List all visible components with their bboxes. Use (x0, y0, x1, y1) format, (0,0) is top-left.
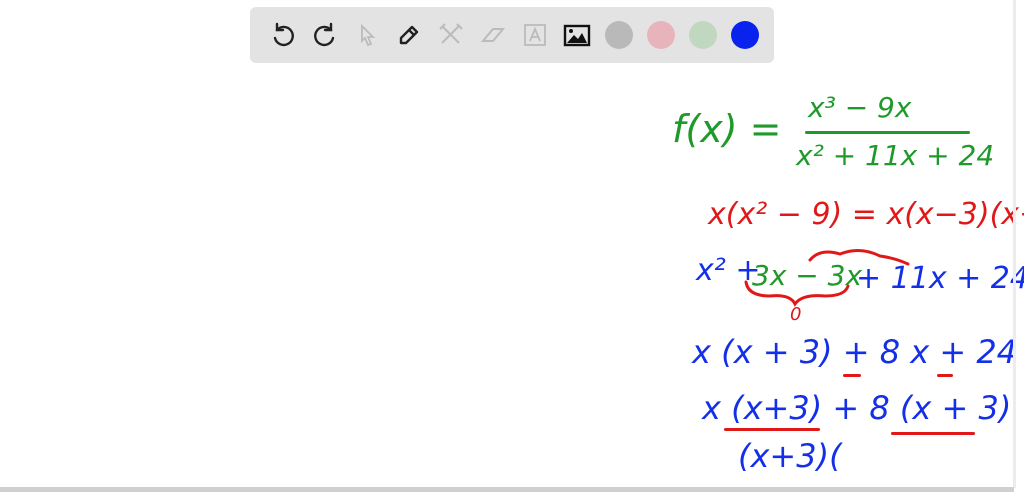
pen-button[interactable] (388, 14, 430, 56)
color-blue[interactable] (724, 14, 766, 56)
zero-annotation: 0 (790, 304, 802, 325)
undo-icon (273, 22, 294, 47)
fraction-bar (805, 131, 970, 134)
select-pointer-icon (361, 23, 376, 47)
factor-step: x (x+3) + 8 (x + 3) (702, 389, 1012, 427)
tools-button[interactable] (430, 14, 472, 56)
eraser-icon (480, 28, 506, 42)
final-step: (x+3)( (738, 437, 842, 475)
underline (843, 374, 861, 377)
horizontal-scrollbar[interactable] (0, 487, 1014, 492)
text-box-icon (524, 24, 546, 46)
drawing-toolbar (250, 7, 774, 63)
tools-icon (439, 23, 463, 44)
select-button[interactable] (346, 14, 388, 56)
denominator: x² + 11x + 24 (796, 139, 995, 172)
underline (937, 374, 953, 377)
redo-icon (314, 22, 335, 47)
color-pink[interactable] (640, 14, 682, 56)
redo-button[interactable] (304, 14, 346, 56)
underline (724, 428, 820, 431)
numerator: x³ − 9x (808, 91, 912, 124)
color-swatch (605, 21, 633, 49)
color-green[interactable] (682, 14, 724, 56)
underline (891, 432, 975, 435)
color-swatch (731, 21, 759, 49)
text-button[interactable] (514, 14, 556, 56)
brace-annotations (744, 249, 910, 307)
image-icon (563, 24, 591, 47)
color-gray[interactable] (598, 14, 640, 56)
vertical-scrollbar[interactable] (1013, 0, 1016, 488)
eraser-button[interactable] (472, 14, 514, 56)
function-lhs: f(x) = (672, 107, 782, 151)
image-button[interactable] (556, 14, 598, 56)
grouping-step: x (x + 3) + 8 x + 24 (692, 333, 1018, 371)
color-swatch (647, 21, 675, 49)
undo-button[interactable] (262, 14, 304, 56)
numerator-factored: x(x² − 9) = x(x−3)(x+3) (708, 197, 1024, 232)
pen-icon (399, 25, 419, 45)
color-swatch (689, 21, 717, 49)
